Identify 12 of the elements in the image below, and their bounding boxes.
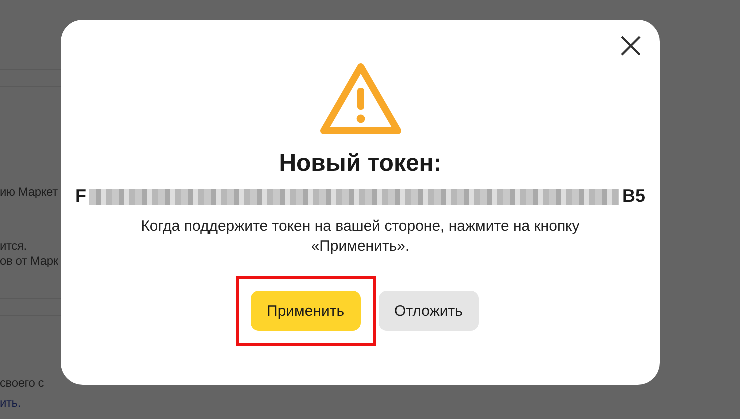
background-text: ится. [0,239,27,254]
apply-button[interactable]: Применить [251,291,361,331]
background-text: ию Маркет [0,185,58,200]
token-start: F [75,186,86,207]
background-text: своего с [0,376,44,391]
dialog-title: Новый токен: [279,150,442,178]
postpone-button[interactable]: Отложить [378,291,479,331]
dialog-message: Когда поддержите токен на вашей стороне, нажмите на кнопку «Применить». [140,217,581,257]
warning-icon [318,62,402,136]
token-end: B5 [622,186,646,207]
background-text: ов от Марк [0,254,58,269]
close-icon[interactable] [620,35,642,57]
